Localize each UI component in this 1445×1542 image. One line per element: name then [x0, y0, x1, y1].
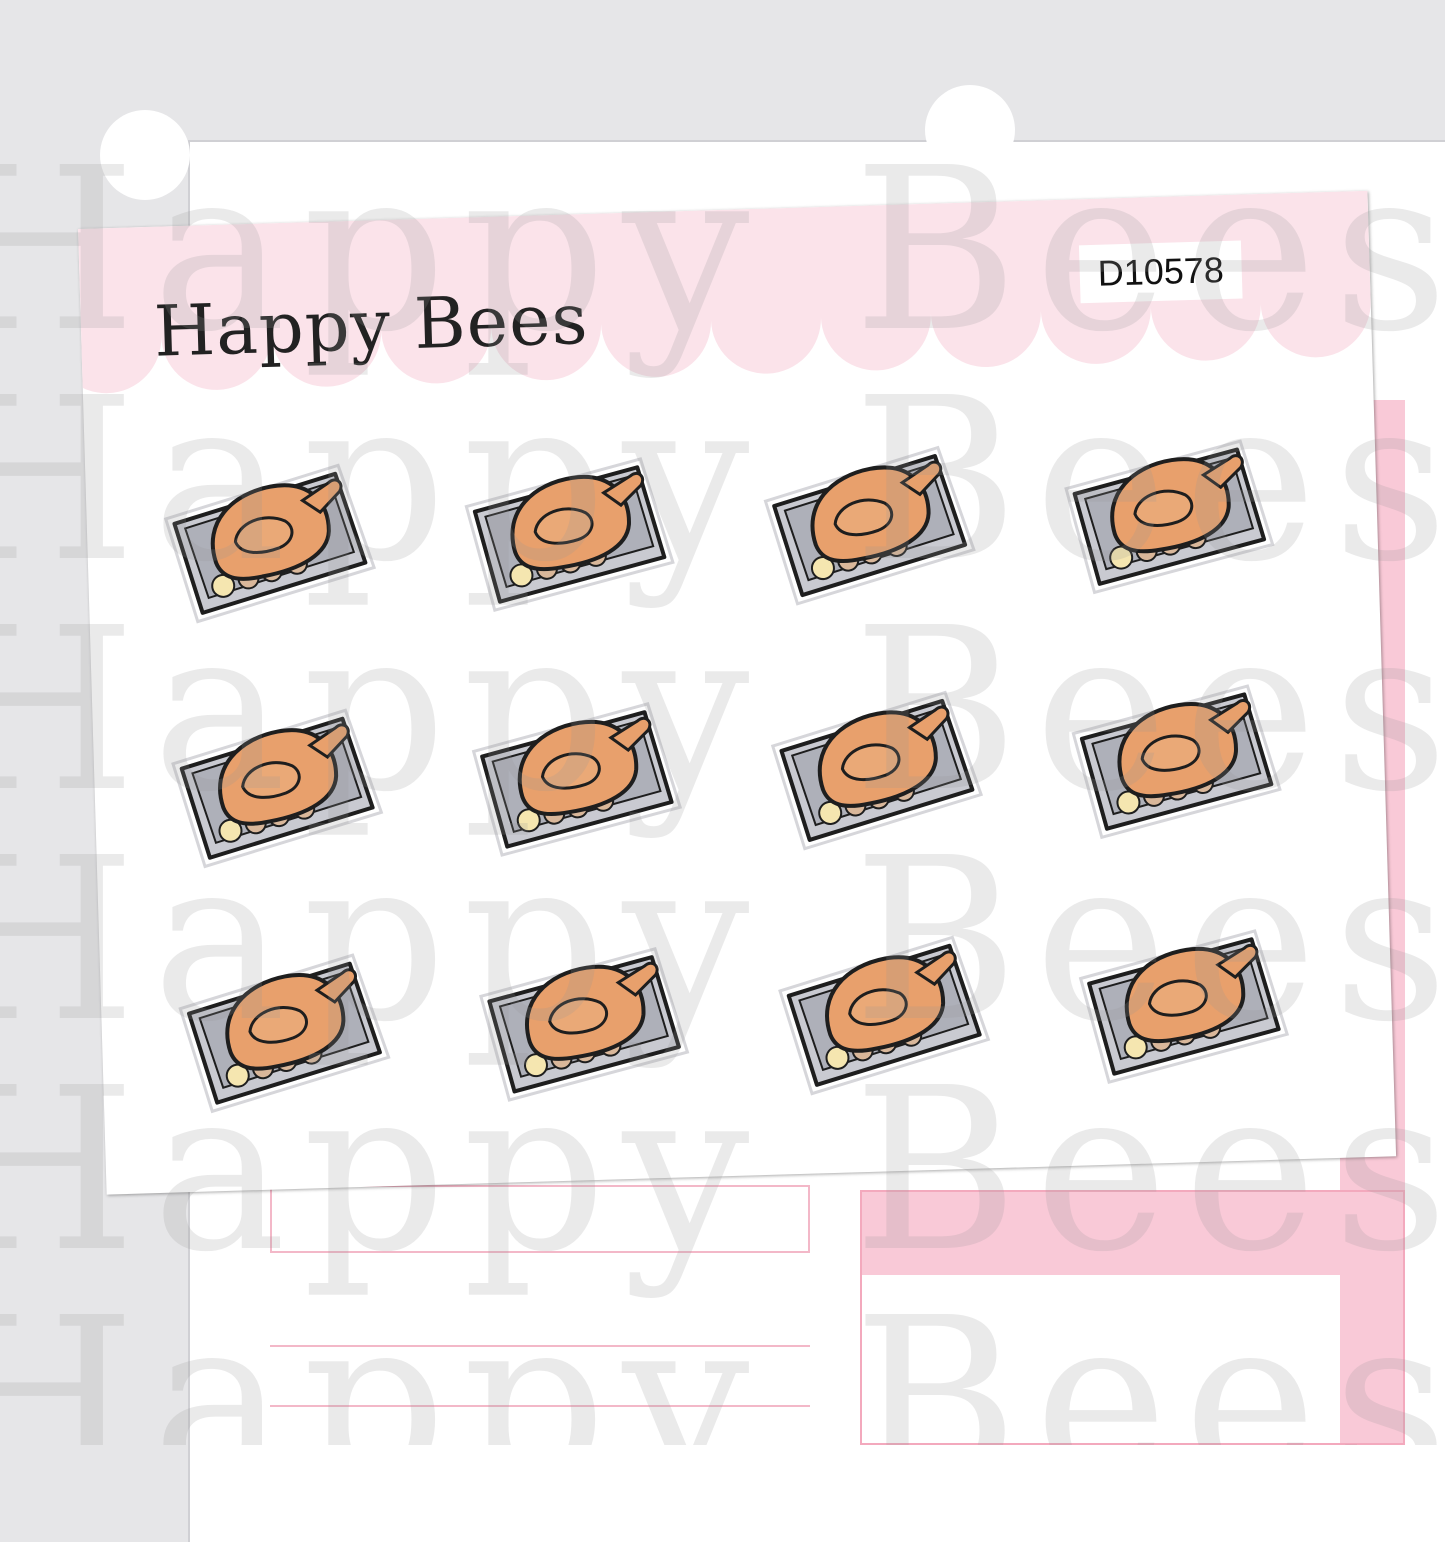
watermark-text: Happy Bees Happy Bees — [0, 350, 1445, 612]
watermark-text: Happy Bees Happy Bees — [0, 810, 1445, 1072]
watermark-text: Happy Bees Happy Bees — [0, 1040, 1445, 1302]
watermark-text: Happy Bees Happy Bees — [0, 580, 1445, 842]
watermark-text: Happy Bees Happy Bees — [0, 1270, 1445, 1445]
watermark-text: Happy Bees Happy Bees — [0, 120, 1445, 382]
watermark-overlay: Happy Bees Happy Bees Happy Bees Happy B… — [0, 0, 1445, 1445]
